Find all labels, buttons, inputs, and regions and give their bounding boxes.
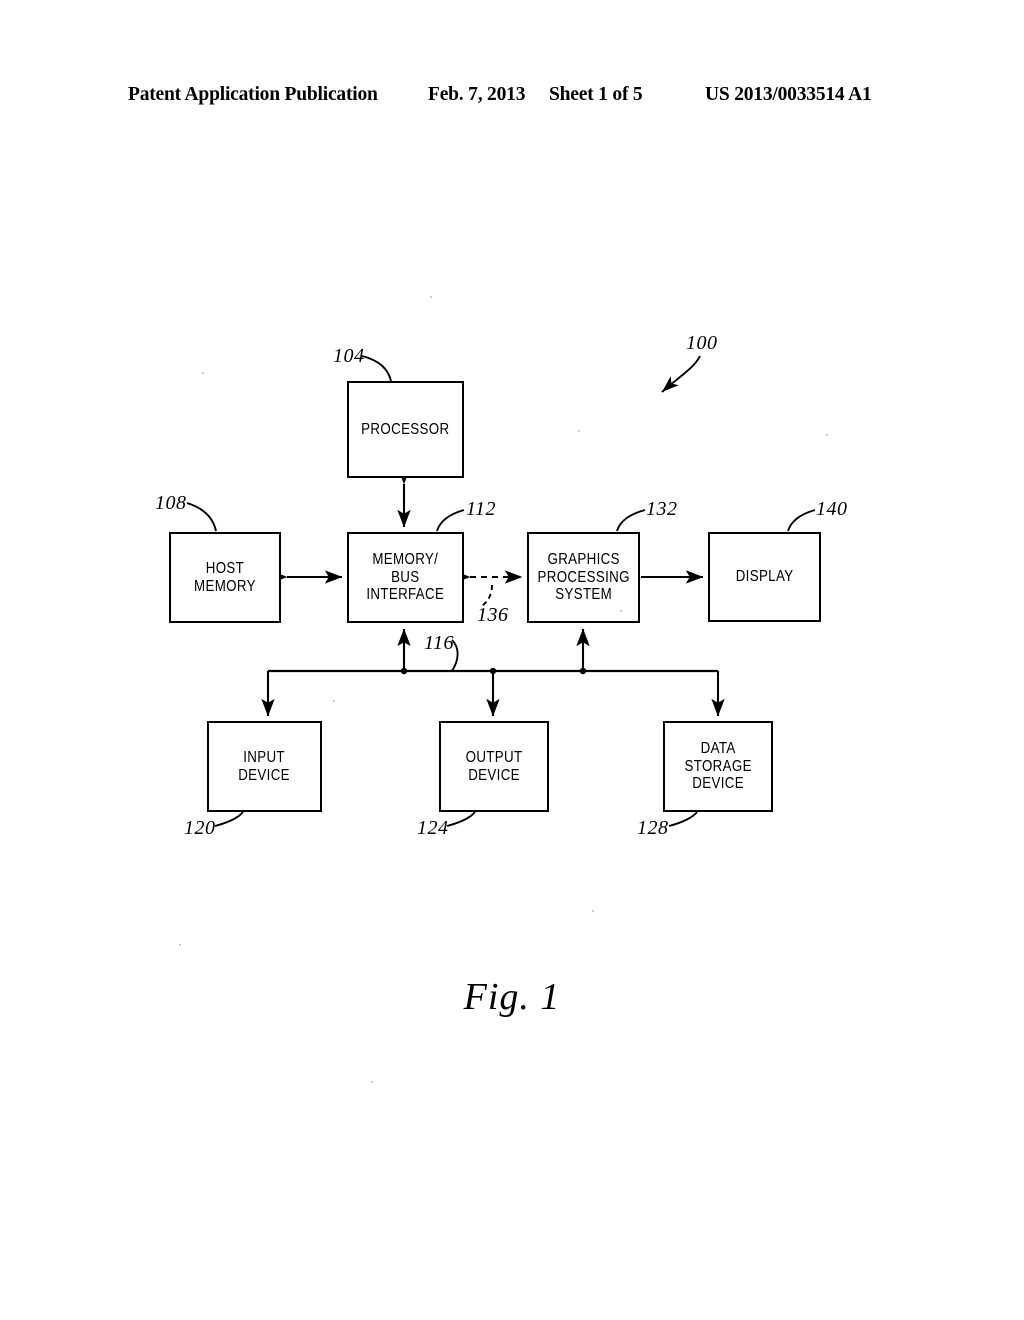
- figure-1-diagram: PROCESSOR HOST MEMORY MEMORY/ BUS INTERF…: [0, 0, 1024, 1320]
- scan-speckle: [179, 944, 181, 946]
- reference-numeral-100: 100: [686, 332, 718, 354]
- block-display: DISPLAY: [708, 532, 821, 622]
- block-input-device-label: INPUT DEVICE: [238, 748, 291, 784]
- scan-speckle: [333, 700, 335, 702]
- block-output-device: OUTPUT DEVICE: [439, 721, 549, 812]
- block-graphics-processing-system-label: GRAPHICS PROCESSING SYSTEM: [537, 551, 630, 604]
- block-data-storage-device: DATA STORAGE DEVICE: [663, 721, 773, 812]
- reference-numeral-128: 128: [637, 817, 669, 839]
- reference-numeral-140: 140: [816, 498, 848, 520]
- figure-caption: Fig. 1: [463, 976, 561, 1018]
- reference-numeral-136: 136: [477, 604, 509, 626]
- block-host-memory: HOST MEMORY: [169, 532, 281, 623]
- block-data-storage-device-label: DATA STORAGE DEVICE: [684, 740, 752, 793]
- scan-speckle: [202, 372, 204, 374]
- scan-speckle: [430, 296, 432, 298]
- block-output-device-label: OUTPUT DEVICE: [465, 748, 523, 784]
- reference-numeral-124: 124: [417, 817, 449, 839]
- block-processor-label: PROCESSOR: [361, 420, 450, 438]
- diagram-connectors: [186, 355, 816, 827]
- scan-speckle: [826, 434, 828, 436]
- reference-numeral-132: 132: [646, 498, 678, 520]
- block-memory-bus-interface: MEMORY/ BUS INTERFACE: [347, 532, 464, 623]
- block-memory-bus-interface-label: MEMORY/ BUS INTERFACE: [366, 551, 445, 604]
- scan-speckle: [371, 1081, 373, 1083]
- reference-numeral-112: 112: [466, 498, 497, 520]
- reference-numeral-116: 116: [424, 632, 455, 654]
- reference-numeral-108: 108: [155, 492, 187, 514]
- block-graphics-processing-system: GRAPHICS PROCESSING SYSTEM: [527, 532, 640, 623]
- scan-speckle: [592, 910, 594, 912]
- block-input-device: INPUT DEVICE: [207, 721, 322, 812]
- block-display-label: DISPLAY: [735, 568, 794, 586]
- block-host-memory-label: HOST MEMORY: [194, 559, 256, 595]
- reference-numeral-104: 104: [333, 345, 365, 367]
- block-processor: PROCESSOR: [347, 381, 464, 478]
- scan-speckle: [578, 430, 580, 432]
- reference-numeral-120: 120: [184, 817, 216, 839]
- scan-speckle: [620, 610, 622, 612]
